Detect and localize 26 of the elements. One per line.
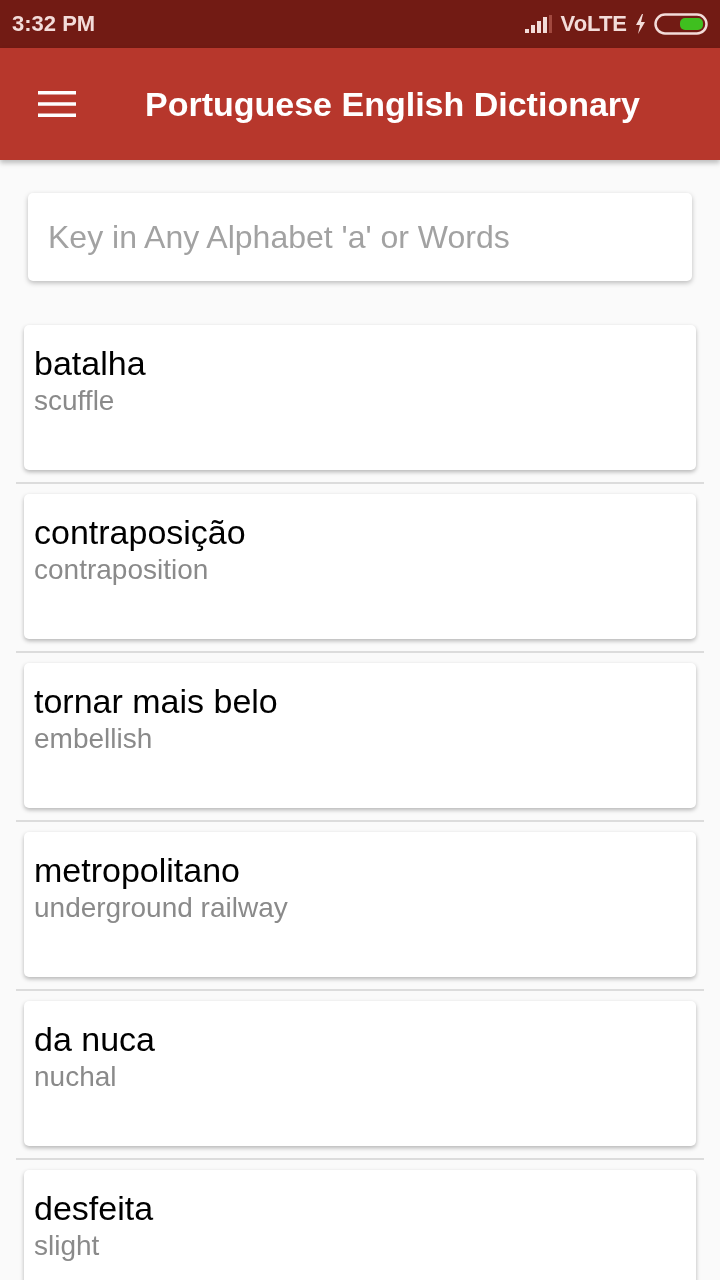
charging-bolt-icon — [635, 14, 646, 34]
entry-card[interactable]: metropolitano underground railway — [24, 832, 696, 977]
entry-card[interactable]: contraposição contraposition — [24, 494, 696, 639]
entry-translation: underground railway — [34, 891, 288, 925]
entry-translation: contraposition — [34, 553, 209, 587]
battery-icon — [654, 13, 708, 35]
network-label: VoLTE — [560, 13, 627, 35]
menu-icon — [38, 91, 76, 117]
entry-translation: nuchal — [34, 1060, 117, 1094]
entry-card[interactable]: tornar mais belo embellish — [24, 663, 696, 808]
status-time: 3:32 PM — [12, 13, 96, 35]
app-title: Portuguese English Dictionary — [145, 87, 640, 121]
search-field[interactable]: Key in Any Alphabet 'a' or Words — [28, 193, 692, 281]
entry-card[interactable]: batalha scuffle — [24, 325, 696, 470]
entry-word: metropolitano — [34, 850, 240, 890]
signal-icon — [524, 15, 553, 33]
entry-card[interactable]: desfeita slight — [24, 1170, 696, 1280]
entry-translation: scuffle — [34, 384, 115, 418]
entry-word: contraposição — [34, 512, 246, 552]
entry-translation: embellish — [34, 722, 153, 756]
entry-card[interactable]: da nuca nuchal — [24, 1001, 696, 1146]
entry-word: da nuca — [34, 1019, 155, 1059]
entry-word: tornar mais belo — [34, 681, 278, 721]
entry-word: batalha — [34, 343, 146, 383]
entry-word: desfeita — [34, 1188, 154, 1228]
entry-translation: slight — [34, 1229, 100, 1263]
